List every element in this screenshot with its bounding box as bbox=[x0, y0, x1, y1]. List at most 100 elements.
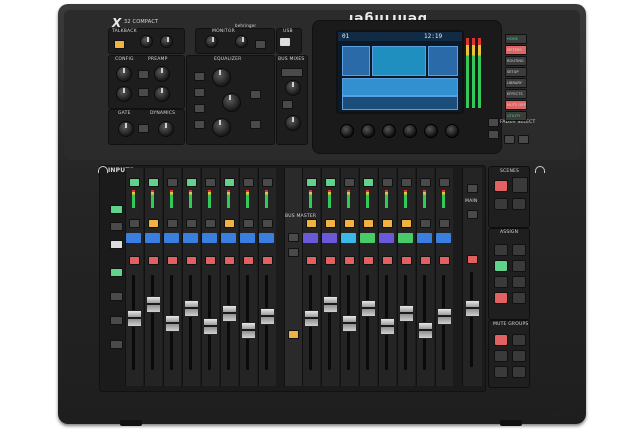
input-layer-4-button[interactable] bbox=[110, 268, 123, 277]
mute-button-bus-3[interactable] bbox=[344, 256, 355, 265]
mute-button-input-1[interactable] bbox=[129, 256, 140, 265]
mute-group-6-button[interactable] bbox=[512, 366, 526, 378]
channel-fader-bus-4[interactable] bbox=[361, 300, 376, 317]
mute-grp-button[interactable]: MUTE GRP bbox=[505, 100, 527, 110]
eq-band-lomid-button[interactable] bbox=[194, 104, 205, 113]
channel-fader-input-6[interactable] bbox=[222, 305, 237, 322]
screen-encoder-5[interactable] bbox=[424, 124, 438, 138]
eq-width-knob[interactable] bbox=[212, 118, 231, 137]
dim-button[interactable] bbox=[255, 40, 266, 49]
main-mute-button[interactable] bbox=[467, 255, 478, 264]
input-layer-1-button[interactable] bbox=[110, 205, 123, 214]
fader-select-left-button[interactable] bbox=[504, 135, 515, 144]
scene-view-button[interactable] bbox=[512, 177, 528, 193]
mute-button-input-2[interactable] bbox=[148, 256, 159, 265]
select-button-input-7[interactable] bbox=[243, 178, 254, 187]
eq-band-low-button[interactable] bbox=[194, 120, 205, 129]
mute-button-input-6[interactable] bbox=[224, 256, 235, 265]
mute-group-3-button[interactable] bbox=[494, 350, 508, 362]
input-layer-5-button[interactable] bbox=[110, 292, 123, 301]
preamp-gain-knob[interactable] bbox=[154, 66, 170, 82]
solo-button-bus-6[interactable] bbox=[401, 219, 412, 228]
solo-button-bus-2[interactable] bbox=[325, 219, 336, 228]
select-button-bus-3[interactable] bbox=[344, 178, 355, 187]
input-layer-6-button[interactable] bbox=[110, 316, 123, 325]
scene-undo-button[interactable] bbox=[494, 198, 508, 210]
main-fader[interactable] bbox=[465, 300, 480, 317]
screen-encoder-2[interactable] bbox=[361, 124, 375, 138]
talkback-button[interactable] bbox=[114, 40, 125, 49]
screen-encoder-1[interactable] bbox=[340, 124, 354, 138]
scene-go-button[interactable] bbox=[494, 180, 508, 192]
usb-port-icon[interactable] bbox=[280, 38, 290, 46]
monitor-level-knob[interactable] bbox=[205, 35, 218, 48]
bus-mix-button[interactable] bbox=[281, 68, 303, 77]
screen-encoder-6[interactable] bbox=[445, 124, 459, 138]
channel-fader-bus-5[interactable] bbox=[380, 318, 395, 335]
select-button-bus-4[interactable] bbox=[363, 178, 374, 187]
select-button-input-5[interactable] bbox=[205, 178, 216, 187]
eq-band-himid-button[interactable] bbox=[194, 88, 205, 97]
talkback-knob-2[interactable] bbox=[160, 35, 173, 48]
mute-button-bus-6[interactable] bbox=[401, 256, 412, 265]
channel-fader-input-2[interactable] bbox=[146, 296, 161, 313]
solo-button-input-4[interactable] bbox=[186, 219, 197, 228]
select-button-input-8[interactable] bbox=[262, 178, 273, 187]
home-button[interactable]: HOME bbox=[505, 34, 527, 44]
eq-gain-knob[interactable] bbox=[212, 68, 231, 87]
phantom-button[interactable] bbox=[138, 70, 149, 79]
eq-on-button[interactable] bbox=[250, 120, 261, 129]
mute-group-5-button[interactable] bbox=[494, 366, 508, 378]
eq-band-high-button[interactable] bbox=[194, 72, 205, 81]
solo-button-input-8[interactable] bbox=[262, 219, 273, 228]
effects-button[interactable]: EFFECTS bbox=[505, 89, 527, 99]
mute-button-bus-8[interactable] bbox=[439, 256, 450, 265]
select-button-input-6[interactable] bbox=[224, 178, 235, 187]
assign-button-3[interactable] bbox=[494, 260, 508, 272]
gate-on-button[interactable] bbox=[138, 124, 149, 133]
select-button-input-3[interactable] bbox=[167, 178, 178, 187]
channel-fader-bus-3[interactable] bbox=[342, 315, 357, 332]
solo-button-bus-4[interactable] bbox=[363, 219, 374, 228]
routing-button[interactable]: ROUTING bbox=[505, 56, 527, 66]
assign-button-1[interactable] bbox=[494, 244, 508, 256]
mute-group-4-button[interactable] bbox=[512, 350, 526, 362]
config-knob-1[interactable] bbox=[116, 66, 132, 82]
solo-button-bus-3[interactable] bbox=[344, 219, 355, 228]
mute-button-bus-4[interactable] bbox=[363, 256, 374, 265]
assign-button-5[interactable] bbox=[494, 276, 508, 288]
channel-fader-input-4[interactable] bbox=[184, 300, 199, 317]
select-button-input-2[interactable] bbox=[148, 178, 159, 187]
screen-encoder-3[interactable] bbox=[382, 124, 396, 138]
assign-button-2[interactable] bbox=[512, 244, 526, 256]
channel-fader-input-7[interactable] bbox=[241, 322, 256, 339]
utility-button[interactable]: UTILITY bbox=[505, 111, 527, 121]
eq-freq-knob[interactable] bbox=[222, 93, 241, 112]
bus-master-button-2[interactable] bbox=[288, 248, 299, 257]
eq-mode-button[interactable] bbox=[250, 90, 261, 99]
select-button-bus-1[interactable] bbox=[306, 178, 317, 187]
bus-master-button-1[interactable] bbox=[288, 233, 299, 242]
input-layer-2-button[interactable] bbox=[110, 222, 123, 231]
library-button[interactable]: LIBRARY bbox=[505, 78, 527, 88]
main-clear-solo-button[interactable] bbox=[467, 210, 478, 219]
mute-group-2-button[interactable] bbox=[512, 334, 526, 346]
solo-button-bus-7[interactable] bbox=[420, 219, 431, 228]
assign-button-8[interactable] bbox=[512, 292, 526, 304]
config-knob-2[interactable] bbox=[116, 86, 132, 102]
phones-level-knob[interactable] bbox=[235, 35, 248, 48]
mute-button-input-7[interactable] bbox=[243, 256, 254, 265]
mute-button-bus-1[interactable] bbox=[306, 256, 317, 265]
bus-pan-button[interactable] bbox=[282, 100, 293, 109]
select-button-bus-2[interactable] bbox=[325, 178, 336, 187]
mute-group-1-button[interactable] bbox=[494, 334, 508, 346]
dynamics-threshold-knob[interactable] bbox=[158, 121, 174, 137]
solo-button-input-5[interactable] bbox=[205, 219, 216, 228]
mute-button-bus-7[interactable] bbox=[420, 256, 431, 265]
input-layer-7-button[interactable] bbox=[110, 340, 123, 349]
bus-level-knob[interactable] bbox=[285, 80, 301, 96]
main-select-button[interactable] bbox=[467, 184, 478, 193]
assign-button-6[interactable] bbox=[512, 276, 526, 288]
setup-button[interactable]: SETUP bbox=[505, 67, 527, 77]
screen-encoder-4[interactable] bbox=[403, 124, 417, 138]
